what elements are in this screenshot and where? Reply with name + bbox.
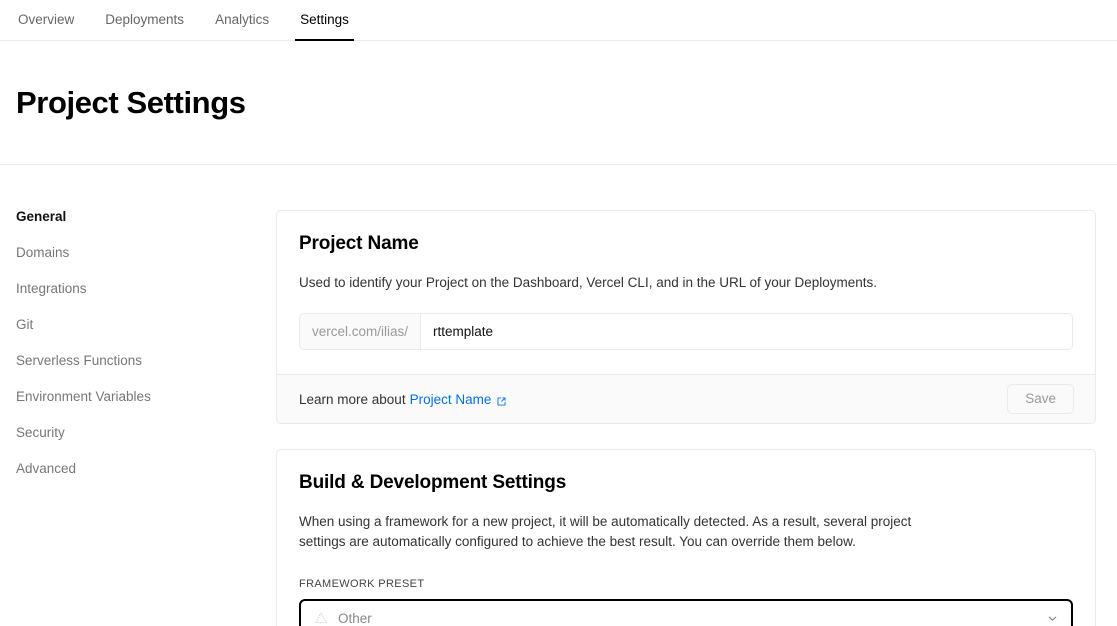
project-name-input-group[interactable]: vercel.com/ilias/ rttemplate	[299, 313, 1073, 350]
framework-preset-label: FRAMEWORK PRESET	[299, 578, 425, 590]
framework-other-icon	[313, 610, 329, 626]
tab-overview[interactable]: Overview	[18, 0, 74, 41]
project-name-card-title: Project Name	[299, 233, 419, 254]
project-name-card-footer: Learn more about Project Name Save	[277, 374, 1095, 423]
page-content: General Domains Integrations Git Serverl…	[0, 165, 1117, 626]
learn-more-label: Learn more about	[299, 391, 406, 407]
project-name-url-prefix: vercel.com/ilias/	[300, 314, 422, 349]
settings-sidebar: General Domains Integrations Git Serverl…	[0, 210, 276, 498]
project-name-input[interactable]: rttemplate	[421, 314, 1072, 349]
sidebar-item-git[interactable]: Git	[16, 318, 276, 332]
save-button[interactable]: Save	[1007, 384, 1074, 414]
project-name-card-description: Used to identify your Project on the Das…	[299, 275, 878, 290]
tab-deployments[interactable]: Deployments	[105, 0, 184, 41]
page-title: Project Settings	[16, 85, 246, 120]
settings-main-column: Project Name Used to identify your Proje…	[276, 210, 1117, 626]
project-name-card: Project Name Used to identify your Proje…	[276, 210, 1096, 424]
project-name-doc-link-label: Project Name	[409, 391, 492, 407]
framework-preset-value: Other	[338, 610, 372, 626]
build-settings-card-title: Build & Development Settings	[299, 472, 567, 493]
external-link-icon	[496, 395, 507, 406]
top-navigation-bar: Overview Deployments Analytics Settings	[0, 0, 1117, 41]
sidebar-item-general[interactable]: General	[16, 210, 276, 224]
chevron-down-icon	[1046, 612, 1059, 625]
build-settings-card-body: Build & Development Settings When using …	[277, 450, 1095, 626]
build-settings-card-description: When using a framework for a new project…	[299, 514, 912, 549]
tab-settings[interactable]: Settings	[295, 0, 354, 41]
build-development-settings-card: Build & Development Settings When using …	[276, 449, 1096, 626]
page-header: Project Settings	[0, 41, 1117, 165]
project-name-card-body: Project Name Used to identify your Proje…	[277, 211, 1095, 374]
learn-more-text: Learn more about Project Name	[299, 392, 507, 407]
project-name-doc-link[interactable]: Project Name	[410, 392, 508, 407]
framework-preset-select[interactable]: Other	[299, 599, 1073, 626]
sidebar-item-security[interactable]: Security	[16, 426, 276, 440]
sidebar-item-advanced[interactable]: Advanced	[16, 462, 276, 476]
sidebar-item-integrations[interactable]: Integrations	[16, 282, 276, 296]
sidebar-item-serverless-functions[interactable]: Serverless Functions	[16, 354, 276, 368]
sidebar-item-domains[interactable]: Domains	[16, 246, 276, 260]
sidebar-item-environment-variables[interactable]: Environment Variables	[16, 390, 276, 404]
tab-analytics[interactable]: Analytics	[215, 0, 269, 41]
